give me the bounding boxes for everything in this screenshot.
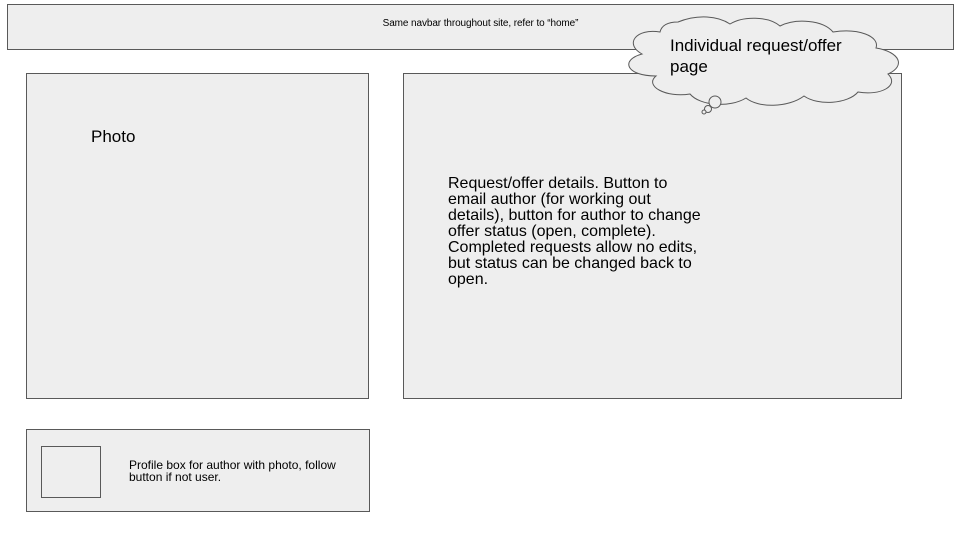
- cloud-bubble-small: [701, 109, 707, 115]
- details-description: Request/offer details. Button to email a…: [448, 175, 701, 288]
- details-placeholder: Request/offer details. Button to email a…: [403, 73, 902, 399]
- profile-box-placeholder: Profile box for author with photo, follo…: [26, 429, 370, 512]
- callout-title: Individual request/offer page: [670, 36, 842, 76]
- photo-label: Photo: [91, 127, 136, 146]
- profile-photo-placeholder: [41, 446, 101, 498]
- photo-placeholder: Photo: [26, 73, 369, 399]
- profile-description: Profile box for author with photo, follo…: [129, 458, 336, 484]
